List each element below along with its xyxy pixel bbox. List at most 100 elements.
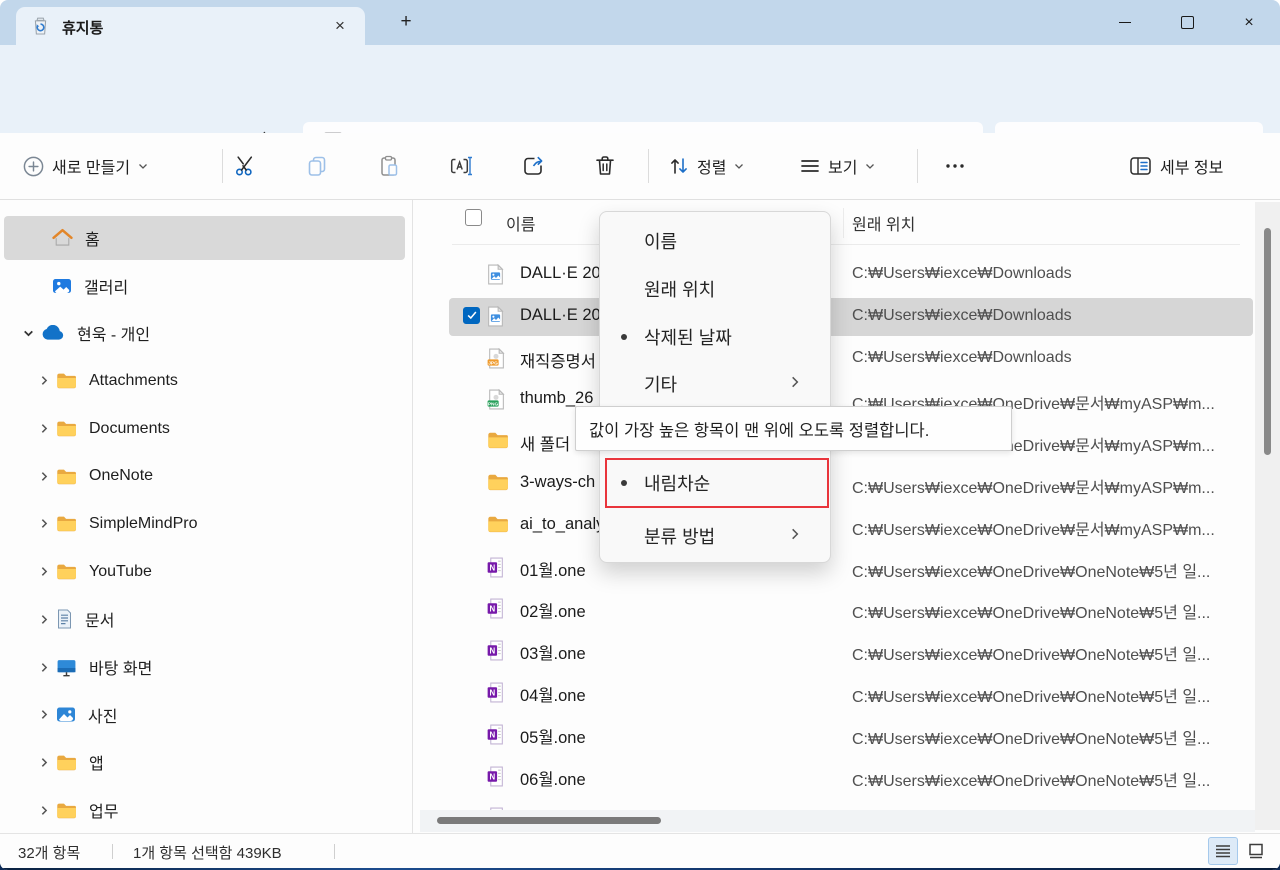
sidebar-item-label: 갤러리 — [84, 274, 128, 298]
details-pane-icon — [1128, 155, 1153, 177]
chevron-right-icon[interactable] — [32, 470, 56, 483]
file-path: C:₩Users₩iexce₩Downloads — [852, 349, 1072, 367]
vertical-scrollbar-thumb[interactable] — [1264, 228, 1271, 455]
details-view-toggle[interactable] — [1208, 837, 1238, 865]
file-name: DALL·E 20 — [520, 306, 601, 325]
file-name: 06월.one — [520, 766, 586, 790]
chevron-right-icon[interactable] — [32, 517, 56, 530]
folder-icon — [56, 420, 77, 437]
sidebar-item-pictures[interactable]: 사진 — [0, 691, 412, 739]
icons-view-toggle[interactable] — [1241, 837, 1271, 865]
sidebar-item-attachments[interactable]: Attachments — [0, 357, 412, 405]
file-name: 3-ways-ch — [520, 473, 595, 492]
file-path: C:₩Users₩iexce₩OneDrive₩문서₩myASP₩m... — [852, 516, 1215, 540]
folder-icon — [56, 563, 77, 580]
file-row[interactable]: DALL·E 20 C:₩Users₩iexce₩Downloads — [414, 254, 1280, 296]
file-row-partial[interactable]: 07월.one C:₩Users₩iexce₩OneDrive₩OneNote₩… — [414, 797, 1280, 810]
recycle-bin-icon — [32, 16, 49, 36]
column-header-location[interactable]: 원래 위치 — [852, 211, 915, 235]
sidebar-item-home[interactable]: 홈 — [0, 214, 412, 262]
file-path: C:₩Users₩iexce₩OneDrive₩OneNote₩5년 일... — [852, 599, 1210, 623]
menu-item-group-by[interactable]: 분류 방법 — [604, 514, 826, 558]
chevron-right-icon[interactable] — [32, 756, 56, 769]
details-view-icon — [1215, 844, 1231, 858]
sort-context-menu: 이름 원래 위치 삭제된 날짜 기타 내림차순 분류 방법 — [599, 211, 831, 563]
menu-item-date-deleted[interactable]: 삭제된 날짜 — [604, 315, 826, 359]
copy-button[interactable] — [297, 145, 337, 187]
more-options-button[interactable] — [935, 145, 975, 187]
maximize-button[interactable] — [1156, 0, 1218, 45]
chevron-right-icon[interactable] — [32, 804, 56, 817]
sidebar-item-documents-kr[interactable]: 문서 — [0, 596, 412, 644]
details-pane-label: 세부 정보 — [1160, 154, 1223, 178]
file-explorer-window: 휴지통 × + × › 휴지통 휴지통 검 — [0, 0, 1280, 870]
onenote-file-icon: N — [487, 557, 504, 578]
new-button-label: 새로 만들기 — [52, 154, 130, 178]
sidebar-item-documents[interactable]: Documents — [0, 405, 412, 453]
sidebar-item-desktop[interactable]: 바탕 화면 — [0, 643, 412, 691]
file-row[interactable]: 3-ways-ch C:₩Users₩iexce₩OneDrive₩문서₩myA… — [414, 463, 1280, 505]
tab-close-icon[interactable]: × — [327, 13, 353, 39]
new-button[interactable]: 새로 만들기 — [14, 145, 149, 187]
sidebar-item-onenote-folder[interactable]: OneNote — [0, 452, 412, 500]
sidebar-item-simplemindpro[interactable]: SimpleMindPro — [0, 500, 412, 548]
chevron-down-icon[interactable] — [16, 327, 40, 340]
details-pane-button[interactable]: 세부 정보 — [1122, 145, 1230, 187]
chevron-right-icon[interactable] — [32, 422, 56, 435]
chevron-right-icon[interactable] — [32, 708, 56, 721]
row-checkbox-checked[interactable] — [463, 307, 480, 324]
chevron-right-icon[interactable] — [32, 661, 56, 674]
command-toolbar: 새로 만들기 정렬 — [0, 133, 1280, 200]
file-row[interactable]: N 04월.one C:₩Users₩iexce₩OneDrive₩OneNot… — [414, 672, 1280, 714]
icons-view-icon — [1248, 843, 1264, 859]
column-separator[interactable] — [843, 208, 844, 238]
file-row[interactable]: ai_to_analy C:₩Users₩iexce₩OneDrive₩문서₩m… — [414, 505, 1280, 547]
tab-recycle-bin[interactable]: 휴지통 × — [16, 7, 365, 45]
sidebar-item-onedrive[interactable]: 현욱 - 개인 — [0, 309, 412, 357]
ellipsis-icon — [944, 155, 966, 177]
file-row[interactable]: JPG 재직증명서 C:₩Users₩iexce₩Downloads — [414, 338, 1280, 380]
sidebar-item-label: 사진 — [88, 703, 117, 727]
paste-button[interactable] — [369, 145, 409, 187]
sidebar-item-youtube[interactable]: YouTube — [0, 548, 412, 596]
horizontal-scrollbar[interactable] — [420, 810, 1255, 832]
file-name: DALL·E 20 — [520, 264, 601, 283]
onenote-file-icon: N — [487, 640, 504, 661]
view-button[interactable]: 보기 — [793, 145, 882, 187]
sidebar-item-work[interactable]: 업무 — [0, 786, 412, 833]
delete-button[interactable] — [585, 145, 625, 187]
horizontal-scrollbar-thumb[interactable] — [437, 817, 661, 824]
file-row-selected[interactable]: DALL·E 20 C:₩Users₩iexce₩Downloads — [414, 296, 1280, 338]
menu-item-more[interactable]: 기타 — [604, 362, 826, 406]
cut-button[interactable] — [225, 145, 265, 187]
rename-button[interactable] — [441, 145, 481, 187]
menu-item-name[interactable]: 이름 — [604, 219, 826, 263]
file-row[interactable]: N 01월.one C:₩Users₩iexce₩OneDrive₩OneNot… — [414, 547, 1280, 589]
gallery-icon — [52, 277, 72, 295]
column-header-name[interactable]: 이름 — [506, 211, 535, 235]
image-file-icon — [487, 306, 504, 327]
folder-icon — [487, 431, 509, 449]
file-row[interactable]: N 05월.one C:₩Users₩iexce₩OneDrive₩OneNot… — [414, 714, 1280, 756]
menu-item-original-location[interactable]: 원래 위치 — [604, 267, 826, 311]
share-button[interactable] — [513, 145, 553, 187]
chevron-right-icon[interactable] — [32, 613, 56, 626]
header-divider — [452, 244, 1240, 245]
new-tab-button[interactable]: + — [392, 10, 420, 36]
sort-button[interactable]: 정렬 — [662, 145, 751, 187]
vertical-scrollbar[interactable] — [1255, 202, 1280, 830]
close-button[interactable]: × — [1218, 0, 1280, 45]
chevron-right-icon[interactable] — [32, 374, 56, 387]
sidebar-item-label: YouTube — [89, 563, 152, 581]
select-all-checkbox[interactable] — [465, 209, 482, 226]
svg-text:N: N — [490, 605, 496, 614]
sidebar-item-gallery[interactable]: 갤러리 — [0, 262, 412, 310]
file-row[interactable]: N 02월.one C:₩Users₩iexce₩OneDrive₩OneNot… — [414, 588, 1280, 630]
file-row[interactable]: N 06월.one C:₩Users₩iexce₩OneDrive₩OneNot… — [414, 756, 1280, 798]
minimize-button[interactable] — [1094, 0, 1156, 45]
onenote-file-icon: N — [487, 766, 504, 787]
file-row[interactable]: N 03월.one C:₩Users₩iexce₩OneDrive₩OneNot… — [414, 630, 1280, 672]
file-path: C:₩Users₩iexce₩OneDrive₩OneNote₩5년 일... — [852, 558, 1210, 582]
chevron-right-icon[interactable] — [32, 565, 56, 578]
sidebar-item-apps[interactable]: 앱 — [0, 739, 412, 787]
